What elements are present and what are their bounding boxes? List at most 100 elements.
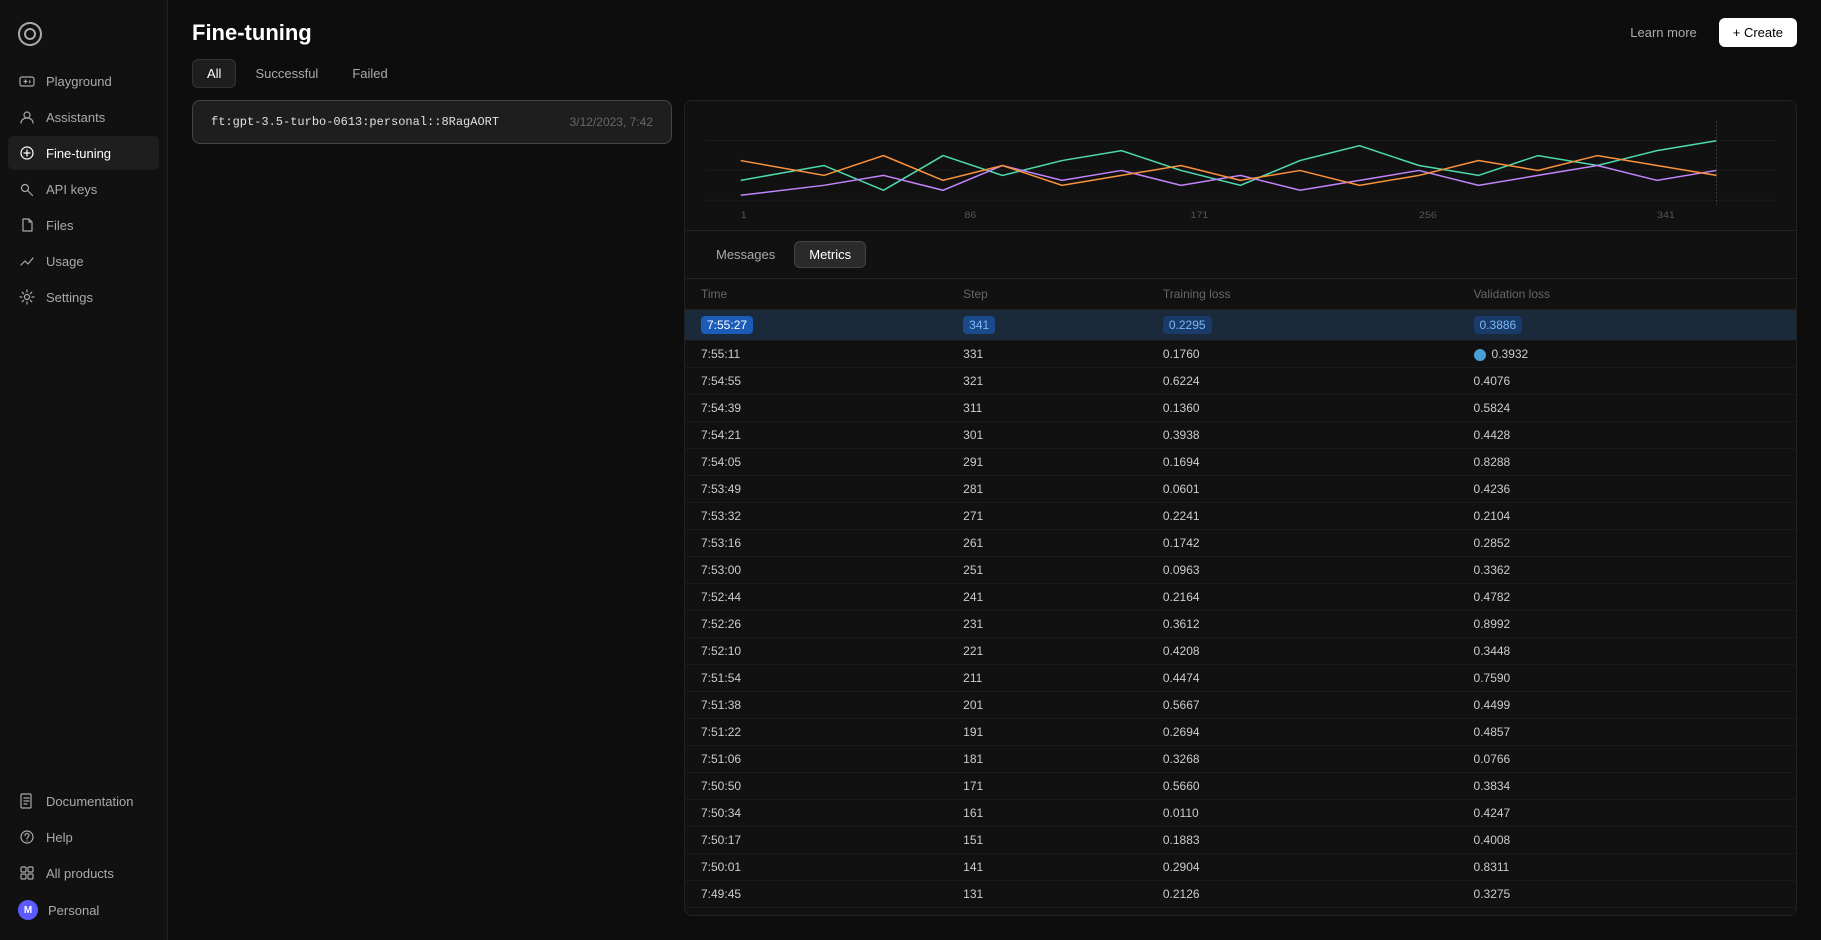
cell-time: 7:55:27 [685,310,947,341]
cell-training-loss: 0.5667 [1147,692,1458,719]
cell-time: 7:53:32 [685,503,947,530]
col-training-loss: Training loss [1147,279,1458,310]
cell-validation-loss: 0.4499 [1458,692,1796,719]
sidebar-item-fine-tuning[interactable]: Fine-tuning [8,136,159,170]
table-row[interactable]: 7:52:26 231 0.3612 0.8992 [685,611,1796,638]
sidebar-item-usage[interactable]: Usage [8,244,159,278]
cell-training-loss: 0.4208 [1147,638,1458,665]
cell-validation-loss: 0.2852 [1458,530,1796,557]
cell-step: 161 [947,800,1147,827]
table-row[interactable]: 7:53:16 261 0.1742 0.2852 [685,530,1796,557]
table-row[interactable]: 7:55:11 331 0.1760 0.3932 [685,341,1796,368]
sidebar-item-fine-tuning-label: Fine-tuning [46,146,111,161]
sidebar-item-help-label: Help [46,830,73,845]
tab-messages[interactable]: Messages [701,241,790,268]
sidebar-item-settings[interactable]: Settings [8,280,159,314]
create-button[interactable]: + Create [1719,18,1797,47]
svg-text:256: 256 [1419,211,1437,220]
cell-training-loss: 0.2904 [1147,854,1458,881]
table-row[interactable]: 7:50:17 151 0.1883 0.4008 [685,827,1796,854]
cell-validation-loss: 0.4008 [1458,827,1796,854]
sidebar-bottom: Documentation Help [0,784,167,928]
cell-validation-loss: 0.3886 [1458,310,1796,341]
sidebar-item-documentation[interactable]: Documentation [8,784,159,818]
cell-time: 7:52:10 [685,638,947,665]
gear-icon [18,288,36,306]
job-list: ft:gpt-3.5-turbo-0613:personal::8RagAORT… [192,100,672,916]
tab-metrics[interactable]: Metrics [794,241,866,268]
cell-step: 341 [947,310,1147,341]
cell-step: 251 [947,557,1147,584]
tab-failed[interactable]: Failed [337,59,402,88]
cell-validation-loss: 0.4857 [1458,719,1796,746]
tab-successful[interactable]: Successful [240,59,333,88]
table-row[interactable]: 7:52:44 241 0.2164 0.4782 [685,584,1796,611]
sidebar-nav: Playground Assistants Fine-tuning [0,64,167,784]
cell-validation-loss: 0.3448 [1458,638,1796,665]
cell-training-loss: 0.1883 [1147,827,1458,854]
table-row[interactable]: 7:53:32 271 0.2241 0.2104 [685,503,1796,530]
table-row[interactable]: 7:55:27 341 0.2295 0.3886 [685,310,1796,341]
cell-validation-loss: 0.4236 [1458,476,1796,503]
cell-training-loss: 0.2241 [1147,503,1458,530]
cell-step: 221 [947,638,1147,665]
sidebar-item-all-products[interactable]: All products [8,856,159,890]
sidebar-item-usage-label: Usage [46,254,84,269]
table-row[interactable]: 7:51:06 181 0.3268 0.0766 [685,746,1796,773]
cell-validation-loss: 0.3275 [1458,881,1796,908]
table-row[interactable]: 7:50:34 161 0.0110 0.4247 [685,800,1796,827]
col-time: Time [685,279,947,310]
table-row[interactable]: 7:49:45 131 0.2126 0.3275 [685,881,1796,908]
table-row[interactable]: 7:54:39 311 0.1360 0.5824 [685,395,1796,422]
sidebar-item-help[interactable]: Help [8,820,159,854]
cell-step: 301 [947,422,1147,449]
cell-step: 321 [947,368,1147,395]
cell-step: 261 [947,530,1147,557]
cell-step: 191 [947,719,1147,746]
table-row[interactable]: 7:51:38 201 0.5667 0.4499 [685,692,1796,719]
cell-time: 7:54:55 [685,368,947,395]
sidebar-item-files[interactable]: Files [8,208,159,242]
cell-training-loss: 0.3938 [1147,422,1458,449]
sidebar: Playground Assistants Fine-tuning [0,0,168,940]
table-row[interactable]: 7:54:55 321 0.6224 0.4076 [685,368,1796,395]
cell-step: 201 [947,692,1147,719]
col-step: Step [947,279,1147,310]
avatar: M [18,900,38,920]
sidebar-item-api-keys[interactable]: API keys [8,172,159,206]
sidebar-item-assistants[interactable]: Assistants [8,100,159,134]
cell-validation-loss: 0.3834 [1458,773,1796,800]
header-actions: Learn more + Create [1620,18,1797,47]
table-row[interactable]: 7:54:05 291 0.1694 0.8288 [685,449,1796,476]
cell-step: 151 [947,827,1147,854]
table-row[interactable]: 7:53:49 281 0.0601 0.4236 [685,476,1796,503]
cell-time: 7:50:50 [685,773,947,800]
cell-step: 311 [947,395,1147,422]
table-row[interactable]: 7:49:29 121 0.5994 0.3027 [685,908,1796,916]
job-item[interactable]: ft:gpt-3.5-turbo-0613:personal::8RagAORT… [192,100,672,144]
cell-training-loss: 0.2126 [1147,881,1458,908]
cell-training-loss: 0.2694 [1147,719,1458,746]
table-row[interactable]: 7:53:00 251 0.0963 0.3362 [685,557,1796,584]
tab-all[interactable]: All [192,59,236,88]
cell-time: 7:50:17 [685,827,947,854]
table-row[interactable]: 7:54:21 301 0.3938 0.4428 [685,422,1796,449]
learn-more-button[interactable]: Learn more [1620,19,1706,46]
table-row[interactable]: 7:51:22 191 0.2694 0.4857 [685,719,1796,746]
sidebar-user[interactable]: M Personal [8,892,159,928]
cell-validation-loss: 0.4076 [1458,368,1796,395]
cell-training-loss: 0.0601 [1147,476,1458,503]
metrics-tabs: Messages Metrics [685,231,1796,279]
table-row[interactable]: 7:50:01 141 0.2904 0.8311 [685,854,1796,881]
svg-text:171: 171 [1191,211,1209,220]
cell-training-loss: 0.5994 [1147,908,1458,916]
main-content: Fine-tuning Learn more + Create All Succ… [168,0,1821,940]
sidebar-item-playground[interactable]: Playground [8,64,159,98]
cell-training-loss: 0.2164 [1147,584,1458,611]
sidebar-item-documentation-label: Documentation [46,794,133,809]
sidebar-item-assistants-label: Assistants [46,110,105,125]
table-row[interactable]: 7:51:54 211 0.4474 0.7590 [685,665,1796,692]
assistant-icon [18,108,36,126]
table-row[interactable]: 7:50:50 171 0.5660 0.3834 [685,773,1796,800]
table-row[interactable]: 7:52:10 221 0.4208 0.3448 [685,638,1796,665]
